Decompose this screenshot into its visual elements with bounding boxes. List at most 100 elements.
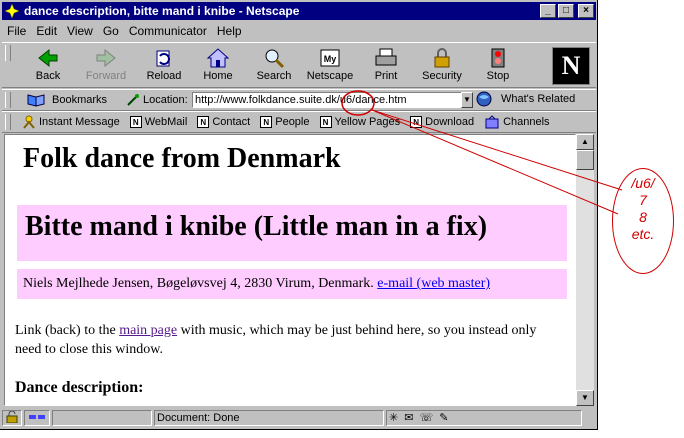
menu-edit[interactable]: Edit	[31, 24, 62, 38]
bookmarks-label: Bookmarks	[52, 94, 108, 106]
instant-message-button[interactable]: Instant Message	[22, 115, 120, 129]
window-title: dance description, bitte mand i knibe - …	[24, 4, 300, 18]
dance-title: Bitte mand i knibe (Little man in a fix)	[25, 211, 488, 242]
channels-button[interactable]: Channels	[484, 115, 550, 129]
forward-label: Forward	[85, 70, 127, 82]
channels-label: Channels	[503, 116, 550, 128]
reload-button[interactable]: Reload	[138, 45, 190, 87]
minimize-button[interactable]: _	[540, 4, 556, 18]
location-dropdown-button[interactable]: ▼	[461, 92, 473, 108]
page-proxy-icon[interactable]	[126, 93, 140, 107]
forward-arrow-icon	[93, 47, 119, 69]
menu-help[interactable]: Help	[212, 24, 247, 38]
browser-window: dance description, bitte mand i knibe - …	[0, 0, 598, 430]
webmail-button[interactable]: N WebMail	[129, 116, 188, 128]
person-icon	[23, 115, 35, 129]
link-intro-text: Link (back) to the	[15, 323, 116, 338]
annotation-line: 8	[639, 209, 647, 225]
print-button[interactable]: Print	[360, 45, 412, 87]
back-button[interactable]: Back	[22, 45, 74, 87]
home-button[interactable]: Home	[192, 45, 244, 87]
reload-label: Reload	[146, 70, 182, 82]
netscape-bookmark-icon: N	[410, 116, 423, 128]
bookmarks-button[interactable]: Bookmarks	[26, 93, 107, 107]
vertical-scrollbar[interactable]: ▲ ▼	[576, 134, 594, 406]
print-icon	[373, 47, 399, 69]
page-content: Folk dance from Denmark Bitte mand i kni…	[4, 134, 576, 406]
channels-icon	[485, 115, 499, 129]
page-heading: Folk dance from Denmark	[23, 143, 341, 174]
main-page-link[interactable]: main page	[119, 323, 177, 338]
contact-button[interactable]: N Contact	[197, 116, 250, 128]
people-label: People	[275, 116, 310, 128]
print-label: Print	[374, 70, 398, 82]
location-label: Location:	[143, 94, 188, 106]
stop-button[interactable]: Stop	[472, 45, 524, 87]
search-label: Search	[256, 70, 292, 82]
status-bar: Document: Done ✳ ✉ ☏ ✎	[2, 408, 596, 428]
close-button[interactable]: ×	[578, 4, 594, 18]
scroll-thumb[interactable]	[576, 150, 594, 170]
stop-label: Stop	[486, 70, 510, 82]
forward-button[interactable]: Forward	[80, 45, 132, 87]
bookmarks-icon	[27, 94, 45, 107]
netscape-bookmark-icon: N	[260, 116, 273, 128]
whats-related-icon	[476, 91, 492, 107]
email-link[interactable]: e-mail (web master)	[377, 276, 490, 291]
personal-toolbar: Instant Message N WebMail N Contact N Pe…	[2, 111, 596, 133]
annotation-line: 7	[639, 192, 647, 208]
menu-file[interactable]: File	[2, 24, 31, 38]
search-button[interactable]: Search	[248, 45, 300, 87]
personal-grip[interactable]	[5, 114, 11, 130]
netscape-app-icon	[4, 3, 20, 19]
instant-message-label: Instant Message	[39, 116, 120, 128]
scroll-down-button[interactable]: ▼	[576, 390, 594, 406]
discussions-icon[interactable]: ☏	[419, 411, 433, 425]
svg-text:My: My	[324, 54, 337, 64]
navigation-toolbar: Back Forward Reload Home Search My Netsc…	[2, 42, 596, 88]
security-button[interactable]: Security	[416, 45, 468, 87]
netscape-icon: My	[317, 47, 343, 69]
progress-panel	[52, 410, 152, 426]
navigator-icon[interactable]: ✳	[389, 411, 398, 425]
annotation-line: etc.	[631, 226, 655, 242]
netscape-bookmark-icon: N	[197, 116, 210, 128]
menu-go[interactable]: Go	[98, 24, 124, 38]
annotation-line: /u6/	[631, 175, 655, 191]
home-icon	[205, 47, 231, 69]
security-lock-icon	[429, 47, 455, 69]
yellow-pages-button[interactable]: N Yellow Pages	[319, 116, 400, 128]
netscape-button[interactable]: My Netscape	[304, 45, 356, 87]
location-grip[interactable]	[5, 92, 11, 108]
netscape-bookmark-icon: N	[319, 116, 332, 128]
mail-icon[interactable]: ✉	[404, 411, 413, 425]
menu-bar: File Edit View Go Communicator Help	[2, 22, 247, 40]
security-status-icon[interactable]	[2, 410, 22, 426]
component-bar: ✳ ✉ ☏ ✎	[386, 410, 582, 426]
composer-icon[interactable]: ✎	[439, 411, 448, 425]
location-label-wrap: Location:	[126, 93, 188, 107]
scroll-up-button[interactable]: ▲	[576, 134, 594, 150]
people-button[interactable]: N People	[260, 116, 310, 128]
toolbar-grip[interactable]	[5, 45, 11, 61]
download-label: Download	[425, 116, 475, 128]
contact-label: Contact	[212, 116, 251, 128]
address-text: Niels Mejlhede Jensen, Bøgeløvsvej 4, 28…	[23, 276, 374, 291]
menu-view[interactable]: View	[62, 24, 98, 38]
whats-related-button[interactable]: What's Related	[476, 91, 575, 107]
download-button[interactable]: N Download	[410, 116, 474, 128]
menu-communicator[interactable]: Communicator	[124, 24, 212, 38]
security-label: Security	[422, 70, 462, 82]
webmail-label: WebMail	[144, 116, 188, 128]
netscape-bookmark-icon: N	[129, 116, 142, 128]
back-arrow-icon	[35, 47, 61, 69]
netscape-logo[interactable]: N	[552, 47, 590, 85]
maximize-button[interactable]: □	[558, 4, 574, 18]
search-icon	[261, 47, 287, 69]
link-paragraph: Link (back) to the main page with music,…	[15, 321, 565, 359]
netscape-label: Netscape	[306, 70, 354, 82]
back-label: Back	[35, 70, 61, 82]
title-bar[interactable]: dance description, bitte mand i knibe - …	[2, 2, 596, 20]
location-url-field[interactable]: http://www.folkdance.suite.dk/u6/dance.h…	[192, 92, 462, 108]
location-toolbar: Bookmarks Location: http://www.folkdance…	[2, 89, 596, 111]
